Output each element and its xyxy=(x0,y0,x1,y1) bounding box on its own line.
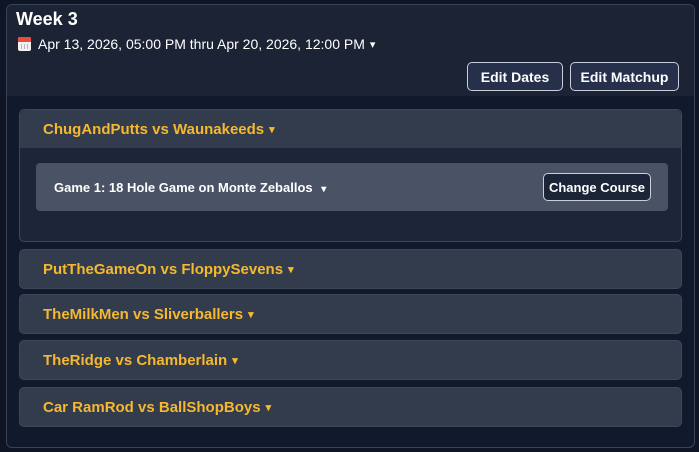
match-title: TheMilkMen vs Sliverballers xyxy=(43,305,244,323)
game-selector[interactable]: Game 1: 18 Hole Game on Monte Zeballos ▾ xyxy=(54,180,326,195)
date-range-selector[interactable]: Apr 13, 2026, 05:00 PM thru Apr 20, 2026… xyxy=(18,36,375,52)
chevron-down-icon: ▾ xyxy=(269,123,275,136)
match-header[interactable]: Car RamRod vs BallShopBoys ▾ xyxy=(20,388,681,426)
match-title: Car RamRod vs BallShopBoys xyxy=(43,398,261,416)
game-row: Game 1: 18 Hole Game on Monte Zeballos ▾… xyxy=(36,163,668,211)
chevron-down-icon: ▾ xyxy=(288,263,294,276)
match-item: TheMilkMen vs Sliverballers ▾ xyxy=(19,294,682,334)
change-course-button[interactable]: Change Course xyxy=(543,173,651,201)
match-header[interactable]: TheRidge vs Chamberlain ▾ xyxy=(20,341,681,379)
edit-matchup-button[interactable]: Edit Matchup xyxy=(570,62,679,91)
chevron-down-icon: ▾ xyxy=(248,308,254,321)
match-header[interactable]: TheMilkMen vs Sliverballers ▾ xyxy=(20,295,681,333)
week-title: Week 3 xyxy=(16,9,78,29)
match-title: PutTheGameOn vs FloppySevens xyxy=(43,260,284,278)
match-title: TheRidge vs Chamberlain xyxy=(43,351,228,369)
calendar-icon xyxy=(18,37,31,51)
edit-dates-button[interactable]: Edit Dates xyxy=(467,62,563,91)
chevron-down-icon: ▾ xyxy=(265,401,272,414)
match-item: TheRidge vs Chamberlain ▾ xyxy=(19,340,682,380)
match-item: Car RamRod vs BallShopBoys ▾ xyxy=(19,387,682,427)
chevron-down-icon: ▾ xyxy=(369,38,376,51)
chevron-down-icon: ▾ xyxy=(232,354,238,367)
match-header[interactable]: ChugAndPutts vs Waunakeeds ▾ xyxy=(20,110,681,148)
match-item: ChugAndPutts vs Waunakeeds ▾ Game 1: 18 … xyxy=(19,109,682,242)
match-item: PutTheGameOn vs FloppySevens ▾ xyxy=(19,249,682,289)
match-title: ChugAndPutts vs Waunakeeds xyxy=(43,120,265,138)
chevron-down-icon: ▾ xyxy=(321,183,327,195)
game-title: Game 1: 18 Hole Game on Monte Zeballos xyxy=(54,179,313,195)
week-header: Week 3 Apr 13, 2026, 05:00 PM thru Apr 2… xyxy=(7,5,694,96)
match-header[interactable]: PutTheGameOn vs FloppySevens ▾ xyxy=(20,250,681,288)
week-panel: Week 3 Apr 13, 2026, 05:00 PM thru Apr 2… xyxy=(6,4,695,448)
date-range-text: Apr 13, 2026, 05:00 PM thru Apr 20, 2026… xyxy=(38,36,365,52)
